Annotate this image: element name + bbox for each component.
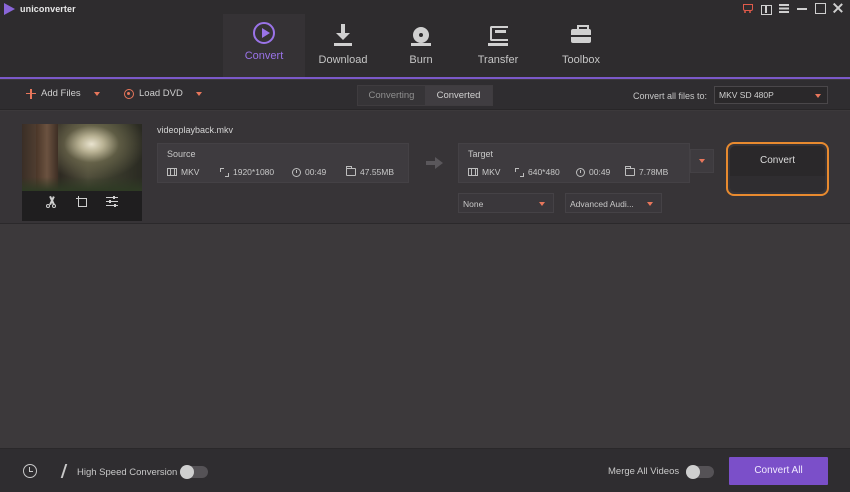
tab-transfer[interactable]: Transfer (457, 14, 539, 78)
high-speed-toggle[interactable] (180, 465, 208, 479)
chevron-down-icon (699, 159, 705, 163)
target-format-value: MKV (482, 167, 501, 177)
crop-icon[interactable] (76, 196, 88, 208)
alarm-clock-icon[interactable] (23, 464, 37, 478)
resolution-icon (220, 167, 229, 177)
target-duration-value: 00:49 (589, 167, 611, 177)
dvd-icon (124, 88, 134, 99)
target-title: Target (468, 149, 494, 159)
chevron-down-icon[interactable] (93, 91, 100, 96)
tab-toolbox[interactable]: Toolbox (540, 14, 622, 78)
tab-label: Burn (409, 54, 433, 66)
tab-label: Download (318, 54, 368, 66)
audio-select[interactable]: Advanced Audi... (565, 193, 662, 213)
convert-all-button[interactable]: Convert All (729, 457, 828, 485)
target-format: MKV (468, 167, 500, 177)
load-dvd-button[interactable]: Load DVD (124, 88, 202, 99)
thumbnail-tools (22, 196, 142, 208)
tab-convert[interactable]: Convert (223, 14, 305, 78)
convert-button[interactable]: Convert (726, 142, 829, 196)
maximize-icon[interactable] (814, 2, 826, 14)
file-row: videoplayback.mkv Source MKV 1920*1080 0… (0, 111, 850, 224)
tab-label: Convert (244, 50, 284, 62)
target-resolution-value: 640*480 (528, 167, 560, 177)
close-icon[interactable] (832, 2, 844, 14)
film-icon (468, 168, 478, 176)
convert-button-base (730, 176, 825, 192)
window-controls (742, 2, 844, 15)
video-thumbnail[interactable] (22, 124, 142, 221)
output-format-value: MKV SD 480P (719, 90, 774, 100)
burn-disc-icon (408, 22, 434, 48)
cart-icon[interactable] (742, 2, 754, 14)
source-size-value: 47.55MB (360, 167, 395, 177)
chevron-down-icon (539, 202, 545, 206)
play-circle-icon (253, 22, 275, 44)
tab-label: Toolbox (562, 54, 600, 66)
chevron-down-icon (647, 202, 653, 206)
thumbnail-image (22, 124, 142, 191)
convert-all-to-label: Convert all files to: (633, 91, 708, 101)
source-size: 47.55MB (346, 166, 395, 177)
download-icon (330, 22, 356, 48)
plus-icon (26, 88, 36, 99)
tab-converting[interactable]: Converting (358, 86, 425, 105)
app-logo: uniconverter (4, 3, 76, 15)
add-files-button[interactable]: Add Files (26, 88, 100, 99)
scissors-icon[interactable] (46, 196, 58, 208)
source-title: Source (167, 149, 196, 159)
gift-icon[interactable] (760, 2, 772, 15)
app-title: uniconverter (20, 4, 76, 14)
chevron-down-icon[interactable] (195, 91, 202, 96)
resolution-icon (515, 167, 524, 177)
file-name: videoplayback.mkv (157, 125, 234, 135)
audio-select-value: Advanced Audi... (570, 199, 634, 209)
merge-all-toggle[interactable] (686, 465, 714, 479)
target-size: 7.78MB (625, 166, 669, 177)
source-format-value: MKV (181, 167, 200, 177)
clock-icon (576, 167, 585, 177)
load-dvd-label: Load DVD (139, 88, 183, 99)
source-resolution: 1920*1080 (220, 167, 274, 177)
logo-play-icon (4, 3, 15, 15)
nav-underline (0, 77, 850, 79)
lightning-icon (62, 464, 70, 478)
target-duration: 00:49 (576, 167, 610, 177)
source-info: Source MKV 1920*1080 00:49 47.55MB (157, 143, 409, 183)
tab-burn[interactable]: Burn (380, 14, 462, 78)
film-icon (167, 168, 177, 176)
minimize-icon[interactable] (796, 2, 808, 14)
merge-all-videos-label: Merge All Videos (608, 466, 680, 477)
source-duration-value: 00:49 (305, 167, 327, 177)
sliders-icon[interactable] (106, 196, 118, 208)
target-format-dropdown[interactable] (690, 149, 714, 173)
tab-label: Transfer (477, 54, 519, 66)
tab-converted[interactable]: Converted (425, 86, 492, 105)
transfer-icon (485, 22, 511, 48)
tab-download[interactable]: Download (302, 14, 384, 78)
subtitle-select[interactable]: None (458, 193, 554, 213)
convert-button-label: Convert (730, 146, 825, 176)
top-bar: uniconverter Convert Download Burn Trans… (0, 0, 850, 78)
chevron-down-icon (815, 94, 821, 98)
high-speed-conversion-label: High Speed Conversion (77, 467, 178, 478)
source-resolution-value: 1920*1080 (233, 167, 275, 177)
output-format-select[interactable]: MKV SD 480P (714, 86, 828, 104)
toolbox-icon (568, 22, 594, 48)
clock-icon (292, 167, 301, 177)
bottom-bar: High Speed Conversion Merge All Videos C… (0, 448, 850, 492)
folder-icon (625, 166, 635, 176)
status-segmented-control: Converting Converted (357, 85, 493, 106)
source-format: MKV (167, 167, 199, 177)
folder-icon (346, 166, 356, 176)
menu-icon[interactable] (778, 2, 790, 14)
target-info[interactable]: Target MKV 640*480 00:49 7.78MB (458, 143, 690, 183)
arrow-right-icon (426, 157, 444, 169)
target-resolution: 640*480 (515, 167, 560, 177)
target-size-value: 7.78MB (639, 167, 669, 177)
source-duration: 00:49 (292, 167, 326, 177)
add-files-label: Add Files (41, 88, 81, 99)
subtitle-select-value: None (463, 199, 484, 209)
